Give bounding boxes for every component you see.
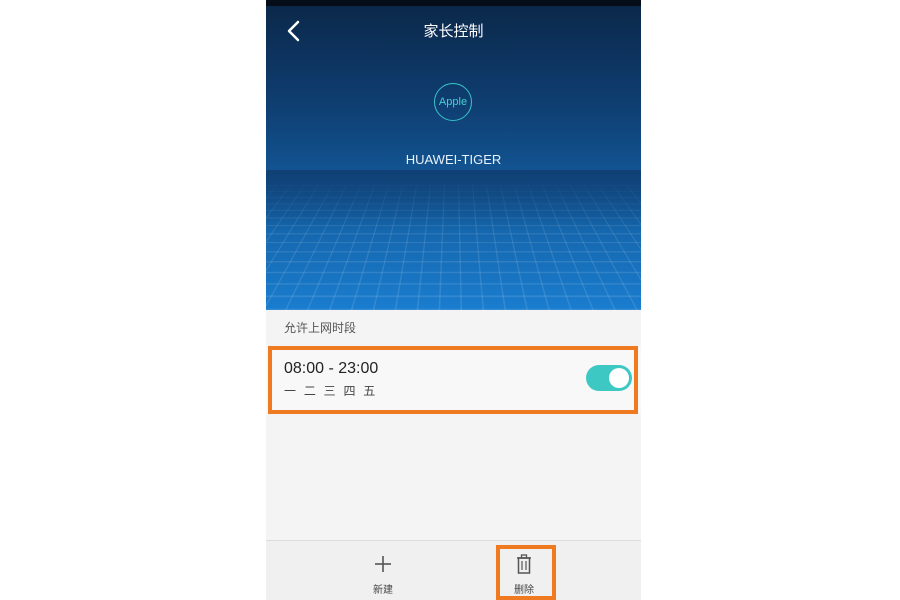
- status-bar: [266, 0, 641, 6]
- new-button-label: 新建: [373, 585, 393, 596]
- device-logo: Apple: [434, 83, 472, 121]
- schedule-row[interactable]: 08:00 - 23:00 一 二 三 四 五: [266, 346, 641, 414]
- new-button[interactable]: 新建: [353, 541, 413, 600]
- header-banner: 家长控制 Apple HUAWEI-TIGER: [266, 0, 641, 310]
- trash-icon: [514, 553, 534, 575]
- section-label-allowed-time: 允许上网时段: [284, 321, 357, 335]
- device-name: HUAWEI-TIGER: [405, 152, 502, 167]
- delete-button-label: 删除: [514, 585, 534, 596]
- schedule-time-range: 08:00 - 23:00: [284, 360, 379, 377]
- plus-icon: [373, 553, 393, 575]
- page-title: 家长控制: [423, 22, 484, 40]
- device-logo-text: Apple: [438, 96, 468, 108]
- bottom-toolbar: 新建 删除: [266, 540, 641, 600]
- schedule-toggle[interactable]: [586, 365, 632, 391]
- delete-button[interactable]: 删除: [494, 541, 554, 600]
- phone-screen: 家长控制 Apple HUAWEI-TIGER 允许上网时段 08:00 - 2…: [266, 0, 641, 600]
- toggle-knob: [609, 368, 629, 388]
- schedule-days: 一 二 三 四 五: [284, 384, 378, 398]
